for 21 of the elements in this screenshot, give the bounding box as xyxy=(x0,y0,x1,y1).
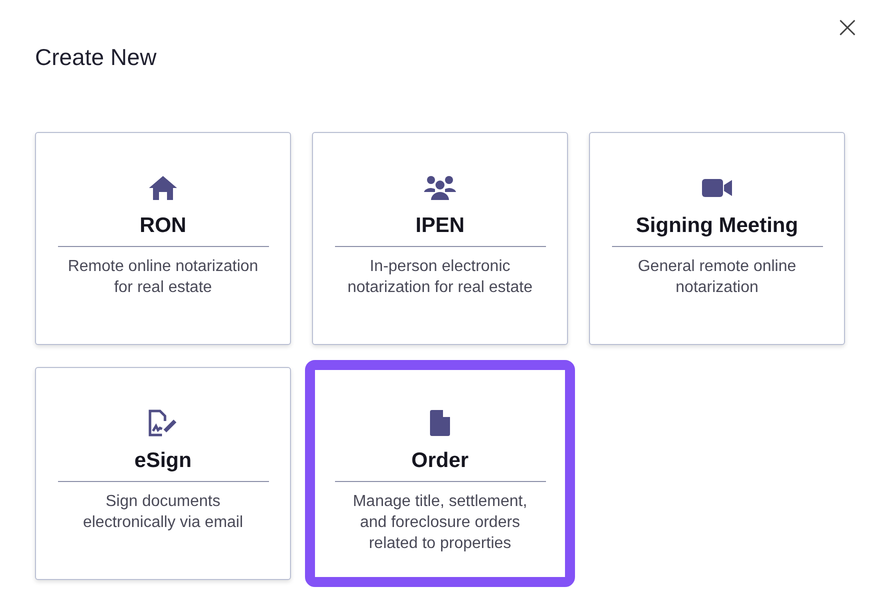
option-description: In-person electronic notarization for real estate xyxy=(346,257,534,298)
close-button[interactable]: × xyxy=(830,14,864,42)
option-description: General remote online notarization xyxy=(636,257,798,298)
dialog-title: Create New xyxy=(35,43,158,72)
option-card[interactable]: RON Remote online notarization for real estate xyxy=(35,132,291,345)
option-title: IPEN xyxy=(415,213,464,239)
option-description: Sign documents electronically via email xyxy=(82,492,244,533)
option-card[interactable]: Signing Meeting General remote online notarization xyxy=(589,132,845,345)
video-camera-icon xyxy=(701,177,733,199)
people-icon xyxy=(423,175,457,201)
option-title: eSign xyxy=(134,448,192,474)
signed-document-icon xyxy=(147,409,179,437)
option-card[interactable]: eSign Sign documents electronically via email xyxy=(35,367,291,580)
option-title: Signing Meeting xyxy=(636,213,798,239)
option-title: RON xyxy=(140,213,186,239)
option-description: Manage title, settlement, and foreclosure orders related to properties xyxy=(352,492,528,554)
option-card[interactable]: IPEN In-person electronic notarization for real estate xyxy=(312,132,568,345)
option-description: Remote online notarization for real estate xyxy=(66,257,260,298)
option-title: Order xyxy=(411,448,469,474)
house-icon xyxy=(148,175,178,201)
document-icon xyxy=(429,409,451,437)
